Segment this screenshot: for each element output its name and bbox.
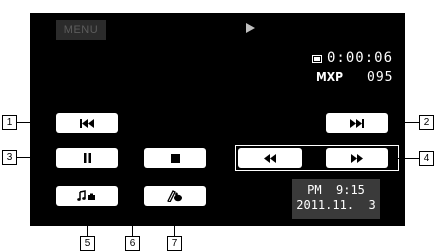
callout-line-1 xyxy=(15,122,56,123)
stop-icon xyxy=(170,153,180,163)
skip-back-button[interactable] xyxy=(56,113,118,133)
time-code: 0:00:06 xyxy=(327,50,394,66)
play-indicator-icon xyxy=(246,23,255,33)
card-icon xyxy=(312,55,322,63)
datetime-display: PM 9:15 2011.11. 3 xyxy=(292,179,380,219)
scene-number: 095 xyxy=(367,70,394,85)
pause-icon xyxy=(83,153,91,163)
skip-back-icon xyxy=(80,118,94,128)
recording-mode: MXP xyxy=(316,70,343,84)
menu-button[interactable]: MENU xyxy=(56,20,106,40)
callout-4: 4 xyxy=(419,151,434,166)
fast-forward-button[interactable] xyxy=(326,148,388,168)
callout-2: 2 xyxy=(419,115,434,130)
fast-forward-icon xyxy=(351,153,363,163)
callout-line-2 xyxy=(388,122,419,123)
callout-line-6 xyxy=(132,168,133,236)
skip-forward-icon xyxy=(350,118,364,128)
lcd-screen: MENU 0:00:06 MXP 095 PM 9:15 2011.11. 3 xyxy=(30,13,405,226)
callout-line-3 xyxy=(15,157,56,158)
callout-line-4 xyxy=(398,158,419,159)
callout-5: 5 xyxy=(80,236,95,251)
music-mix-icon xyxy=(77,190,95,201)
callout-line-5 xyxy=(87,206,88,236)
callout-line-7 xyxy=(174,206,175,236)
music-mix-button[interactable] xyxy=(56,186,118,206)
callout-1: 1 xyxy=(2,115,17,130)
skip-forward-button[interactable] xyxy=(326,113,388,133)
rewind-button[interactable] xyxy=(238,148,302,168)
callout-6: 6 xyxy=(125,236,140,251)
pause-button[interactable] xyxy=(56,148,118,168)
callout-7: 7 xyxy=(167,236,182,251)
decoration-button[interactable] xyxy=(144,186,206,206)
callout-3: 3 xyxy=(2,150,17,165)
date-display: 2011.11. 3 xyxy=(296,198,376,212)
stop-button[interactable] xyxy=(144,148,206,168)
decoration-icon xyxy=(167,190,182,202)
time-display: PM 9:15 xyxy=(307,183,365,197)
rewind-icon xyxy=(264,153,276,163)
